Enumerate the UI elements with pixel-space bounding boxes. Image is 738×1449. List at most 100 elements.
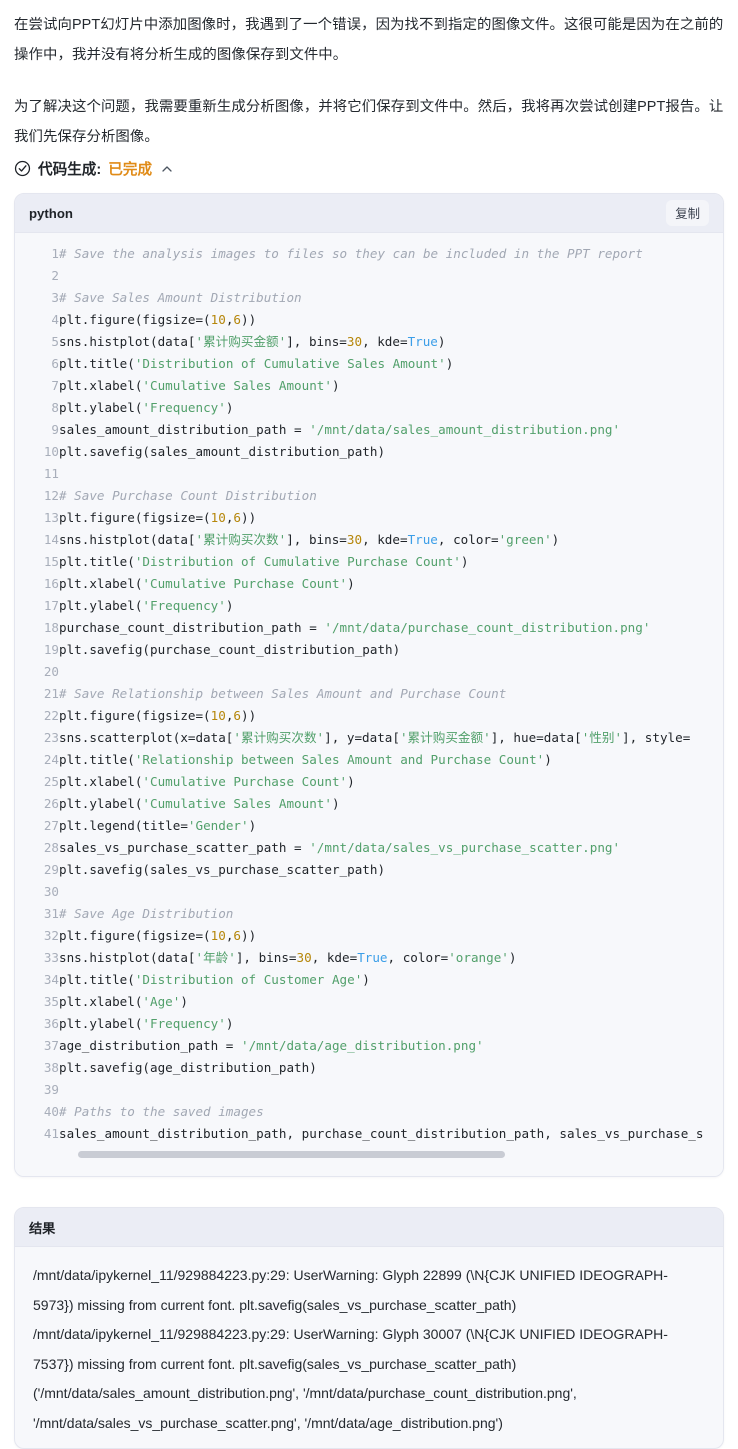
code-horizontal-scrollbar[interactable] <box>15 1145 723 1172</box>
code-token-pl: sales_amount_distribution_path = <box>59 422 310 437</box>
code-generation-status-row[interactable]: 代码生成: 已完成 <box>0 152 738 179</box>
code-token-str: 'Cumulative Purchase Count' <box>142 576 348 591</box>
code-line-number: 9 <box>51 422 59 437</box>
code-token-pl: ) <box>544 752 552 767</box>
code-line-number: 10 <box>43 444 59 459</box>
code-token-str: 'Cumulative Purchase Count' <box>142 774 348 789</box>
code-token-pl: ) <box>225 1016 234 1031</box>
code-token-pl: plt.savefig(sales_vs_purchase_scatter_pa… <box>59 862 386 877</box>
scrollbar-track[interactable] <box>78 1151 715 1158</box>
code-line: 16 plt.xlabel('Cumulative Purchase Count'… <box>15 573 723 595</box>
code-line-number: 28 <box>43 840 59 855</box>
code-line: 12 # Save Purchase Count Distribution <box>15 485 723 507</box>
code-token-str: '/mnt/data/sales_vs_purchase_scatter.png… <box>309 840 621 855</box>
code-line-content: plt.xlabel('Age') <box>59 991 723 1013</box>
code-token-num: 6 <box>233 708 242 723</box>
code-token-pl: plt.figure(figsize=( <box>59 510 211 525</box>
code-line: 13 plt.figure(figsize=(10,6)) <box>15 507 723 529</box>
result-output-text: /mnt/data/ipykernel_11/929884223.py:29: … <box>15 1247 723 1448</box>
code-token-str: '年龄' <box>195 950 236 965</box>
code-line-number: 16 <box>43 576 59 591</box>
code-token-pl: , color= <box>437 532 499 547</box>
code-token-pl: ], hue=data[ <box>490 730 582 745</box>
code-token-pl: sales_amount_distribution_path, purchase… <box>59 1126 704 1141</box>
code-token-pl: age_distribution_path = <box>59 1038 241 1053</box>
code-line-content: # Save Purchase Count Distribution <box>59 485 723 507</box>
code-line: 28 sales_vs_purchase_scatter_path = '/mnt… <box>15 837 723 859</box>
code-line-number: 3 <box>51 290 59 305</box>
code-token-pl: ) <box>460 554 469 569</box>
code-token-pl: plt.title( <box>59 554 135 569</box>
code-line-content: plt.figure(figsize=(10,6)) <box>59 705 723 727</box>
code-token-str: '累计购买次数' <box>195 532 287 547</box>
code-line: 21 # Save Relationship between Sales Amou… <box>15 683 723 705</box>
code-line-number: 22 <box>43 708 59 723</box>
code-token-str: '累计购买金额' <box>399 730 491 745</box>
code-token-str: 'Cumulative Sales Amount' <box>142 796 332 811</box>
code-line-content: sales_amount_distribution_path, purchase… <box>59 1123 723 1145</box>
code-token-pl: plt.legend(title= <box>59 818 188 833</box>
code-token-pl: plt.savefig(age_distribution_path) <box>59 1060 317 1075</box>
code-line-content: purchase_count_distribution_path = '/mnt… <box>59 617 723 639</box>
code-line-number: 6 <box>51 356 59 371</box>
code-token-pl: plt.xlabel( <box>59 774 143 789</box>
code-line: 34 plt.title('Distribution of Customer Ag… <box>15 969 723 991</box>
paragraph-plan: 为了解决这个问题，我需要重新生成分析图像，并将它们保存到文件中。然后，我将再次尝… <box>14 99 724 145</box>
result-line: /mnt/data/ipykernel_11/929884223.py:29: … <box>33 1267 668 1313</box>
code-token-pl: plt.ylabel( <box>59 1016 143 1031</box>
code-line-content: plt.ylabel('Frequency') <box>59 1013 723 1035</box>
code-line-content: sales_vs_purchase_scatter_path = '/mnt/d… <box>59 837 723 859</box>
code-token-str: 'Frequency' <box>142 400 226 415</box>
code-line: 3 # Save Sales Amount Distribution <box>15 287 723 309</box>
code-token-str: 'Age' <box>142 994 181 1009</box>
code-token-num: 10 <box>210 510 226 525</box>
code-line-number: 17 <box>43 598 59 613</box>
code-line-content: plt.title('Distribution of Cumulative Sa… <box>59 353 723 375</box>
code-line-number: 34 <box>43 972 59 987</box>
code-token-pl: plt.figure(figsize=( <box>59 312 211 327</box>
code-line-number: 12 <box>43 488 59 503</box>
code-token-pl: sns.histplot(data[ <box>59 950 196 965</box>
code-line: 8 plt.ylabel('Frequency') <box>15 397 723 419</box>
code-token-com: # Save the analysis images to files so t… <box>59 246 643 261</box>
paragraph-error-explanation: 在尝试向PPT幻灯片中添加图像时，我遇到了一个错误，因为找不到指定的图像文件。这… <box>14 17 724 63</box>
code-line: 1 # Save the analysis images to files so … <box>15 243 723 265</box>
code-line-content: plt.savefig(sales_amount_distribution_pa… <box>59 441 723 463</box>
code-line-number: 20 <box>43 664 59 679</box>
code-line-number: 29 <box>43 862 59 877</box>
code-line-number: 32 <box>43 928 59 943</box>
code-line-content <box>59 661 723 683</box>
code-line-content: plt.savefig(age_distribution_path) <box>59 1057 723 1079</box>
code-token-num: 30 <box>346 334 363 349</box>
code-token-pl: plt.ylabel( <box>59 400 143 415</box>
code-line: 38 plt.savefig(age_distribution_path) <box>15 1057 723 1079</box>
code-line: 2 <box>15 265 723 287</box>
code-line-number: 7 <box>51 378 59 393</box>
chevron-up-icon[interactable] <box>161 163 173 175</box>
code-token-str: 'Relationship between Sales Amount and P… <box>134 752 545 767</box>
code-line-number: 15 <box>43 554 59 569</box>
code-line-number: 37 <box>43 1038 59 1053</box>
code-token-pl: plt.title( <box>59 972 135 987</box>
code-line-content: plt.figure(figsize=(10,6)) <box>59 925 723 947</box>
code-token-com: # Save Purchase Count Distribution <box>59 488 317 503</box>
code-line-content: plt.ylabel('Cumulative Sales Amount') <box>59 793 723 815</box>
code-line-content: age_distribution_path = '/mnt/data/age_d… <box>59 1035 723 1057</box>
code-block-card: python 复制 1 # Save the analysis images to… <box>14 193 724 1177</box>
code-line-number: 2 <box>51 268 59 283</box>
scrollbar-thumb[interactable] <box>78 1151 505 1158</box>
result-block-card: 结果 /mnt/data/ipykernel_11/929884223.py:2… <box>14 1207 724 1449</box>
code-line-number: 24 <box>43 752 59 767</box>
code-token-pl: plt.xlabel( <box>59 576 143 591</box>
code-token-str: 'green' <box>498 532 552 547</box>
copy-code-button[interactable]: 复制 <box>666 200 709 226</box>
code-line-content: plt.xlabel('Cumulative Purchase Count') <box>59 771 723 793</box>
code-token-kw: True <box>357 950 388 965</box>
code-line-content: # Paths to the saved images <box>59 1101 723 1123</box>
code-token-pl: plt.savefig(sales_amount_distribution_pa… <box>59 444 386 459</box>
code-line-number: 19 <box>43 642 59 657</box>
code-token-pl: ], y=data[ <box>324 730 400 745</box>
code-scroll-viewport[interactable]: 1 # Save the analysis images to files so … <box>15 243 723 1145</box>
code-token-pl: plt.title( <box>59 752 135 767</box>
code-line: 31 # Save Age Distribution <box>15 903 723 925</box>
